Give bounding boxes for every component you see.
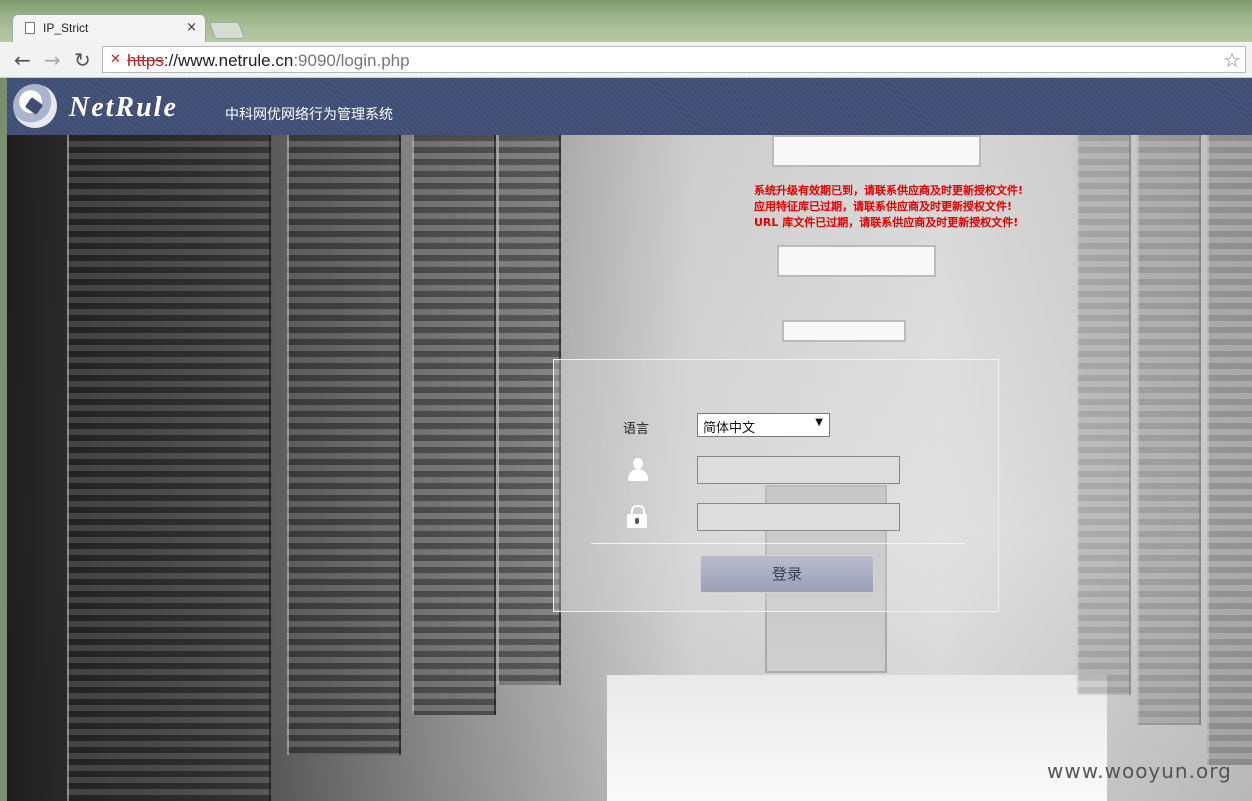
server-rack: [1207, 135, 1252, 765]
url-text[interactable]: https://www.netrule.cn:9090/login.php: [127, 51, 410, 71]
server-rack: [412, 135, 496, 715]
url-host: ://www.netrule.cn: [163, 51, 294, 70]
insecure-lock-icon[interactable]: ✕: [110, 52, 121, 67]
warning-line: URL 库文件已过期，请联系供应商及时更新授权文件!: [754, 216, 1019, 229]
bookmark-star-icon[interactable]: ☆: [1223, 48, 1241, 72]
login-button[interactable]: 登录: [700, 555, 874, 593]
user-icon: [626, 458, 650, 482]
tab-close-icon[interactable]: ×: [186, 20, 197, 35]
page-viewport: NetRule 中科网优网络行为管理系统 系统升级有效期已到，请联系供应商及时更…: [7, 78, 1252, 801]
server-rack: [287, 135, 401, 755]
back-arrow-icon[interactable]: ←: [14, 48, 31, 72]
netrule-logo-icon: [13, 84, 57, 128]
username-input[interactable]: [697, 456, 900, 484]
ceiling-light: [782, 320, 906, 342]
warning-line: 应用特征库已过期，请联系供应商及时更新授权文件!: [754, 200, 1013, 213]
browser-toolbar: ← → ↻ ✕ https://www.netrule.cn:9090/logi…: [0, 42, 1252, 78]
lock-icon: [626, 505, 648, 529]
language-label: 语言: [623, 422, 650, 437]
server-rack: [67, 135, 271, 801]
tab-title: IP_Strict: [43, 21, 89, 35]
login-panel: 语言 简体中文 ▼ 登录: [553, 359, 999, 612]
url-scheme: https: [127, 51, 164, 70]
system-title: 中科网优网络行为管理系统: [225, 107, 393, 123]
new-tab-button[interactable]: [208, 22, 246, 39]
server-rack: [497, 135, 561, 685]
address-bar[interactable]: ✕ https://www.netrule.cn:9090/login.php …: [102, 46, 1246, 73]
ceiling-light: [772, 135, 981, 167]
floor-decor: [607, 675, 1107, 801]
form-divider: [591, 543, 965, 544]
ceiling-light: [777, 245, 936, 277]
reload-icon[interactable]: ↻: [74, 48, 91, 72]
server-rack: [1137, 135, 1201, 725]
url-path: :9090/login.php: [293, 51, 410, 70]
dropdown-arrow-icon: ▼: [815, 417, 823, 428]
brand-name: NetRule: [69, 92, 178, 123]
watermark-text: www.wooyun.org: [1047, 759, 1232, 783]
browser-tabstrip: IP_Strict ×: [0, 0, 1252, 42]
page-icon: [25, 22, 35, 34]
server-rack: [1077, 135, 1131, 695]
language-select[interactable]: 简体中文 ▼: [697, 413, 830, 437]
language-selected-value: 简体中文: [703, 421, 756, 436]
license-warnings: 系统升级有效期已到，请联系供应商及时更新授权文件! 应用特征库已过期，请联系供应…: [754, 183, 1023, 231]
warning-line: 系统升级有效期已到，请联系供应商及时更新授权文件!: [754, 184, 1024, 197]
browser-tab[interactable]: IP_Strict ×: [12, 14, 206, 42]
password-input[interactable]: [697, 503, 900, 531]
app-header: NetRule 中科网优网络行为管理系统: [7, 78, 1252, 135]
forward-arrow-icon[interactable]: →: [44, 48, 61, 72]
